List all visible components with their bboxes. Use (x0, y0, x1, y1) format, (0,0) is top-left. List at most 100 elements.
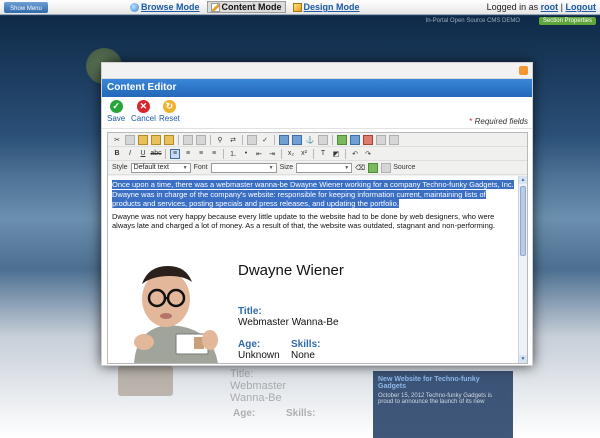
cut-icon[interactable]: ✂ (112, 135, 122, 145)
action-row: ✓ Save ✕ Cancel ↻ Reset * Required field… (102, 97, 532, 129)
skills-value: None (291, 350, 315, 361)
bulleted-list-icon[interactable]: • (241, 149, 251, 159)
size-select[interactable]: ▼ (296, 162, 353, 173)
redo-icon[interactable]: ↷ (363, 149, 373, 159)
bg-title-value: Webmaster Wanna-Be (230, 380, 287, 404)
indent-icon[interactable]: ⇥ (267, 149, 277, 159)
chevron-down-icon: ▼ (268, 164, 274, 171)
rss-icon[interactable] (519, 66, 528, 75)
globe-icon (130, 2, 139, 12)
mode-switcher: Browse Mode Content Mode Design Mode (127, 1, 363, 13)
iframe-icon[interactable] (376, 134, 386, 145)
paste-icon[interactable] (138, 134, 148, 145)
reset-label: Reset (159, 114, 180, 123)
eraser-icon[interactable]: ⌫ (355, 163, 365, 173)
subscript-icon[interactable]: x₂ (286, 149, 296, 159)
skills-label: Skills: (291, 339, 321, 350)
required-marker: * (469, 117, 473, 126)
source-label: Source (393, 164, 416, 171)
section-properties-button[interactable]: Section Properties (538, 17, 596, 25)
browse-mode-link[interactable]: Browse Mode (127, 1, 203, 13)
style-select[interactable]: Default text ▼ (130, 162, 191, 173)
align-right-icon[interactable]: ≡ (196, 149, 206, 159)
align-center-icon[interactable]: ≡ (183, 149, 193, 159)
logout-link[interactable]: Logout (566, 2, 597, 12)
print-icon[interactable] (247, 134, 257, 145)
source-button[interactable]: Source (381, 162, 416, 173)
scroll-thumb[interactable] (520, 186, 526, 256)
link-icon[interactable] (279, 134, 289, 145)
reset-button[interactable]: ↻ Reset (159, 100, 180, 123)
numbered-list-icon[interactable]: ⒈ (228, 149, 238, 159)
horizontal-rule-icon[interactable] (318, 134, 328, 145)
reset-icon: ↻ (162, 100, 176, 113)
dialog-top-strip (102, 63, 532, 79)
user-link[interactable]: root (541, 2, 559, 12)
superscript-icon[interactable]: x² (299, 149, 309, 159)
outdent-icon[interactable]: ⇤ (254, 149, 264, 159)
size-label: Size (279, 164, 294, 171)
spellcheck-icon[interactable]: ✓ (260, 135, 270, 145)
bold-icon[interactable]: B (112, 149, 122, 159)
show-menu-button[interactable]: Show Menu (4, 2, 48, 13)
editor-scrollbar[interactable]: ▲ ▼ (518, 176, 527, 363)
background-photo (118, 366, 173, 396)
paste-text-icon[interactable] (151, 134, 161, 145)
toolbar-separator (210, 134, 211, 145)
text-color-icon[interactable]: T (318, 149, 328, 159)
image-icon[interactable] (337, 134, 347, 145)
paste-word-icon[interactable] (164, 134, 174, 145)
content-editor-dialog: Content Editor ✓ Save ✕ Cancel ↻ Reset *… (101, 62, 533, 366)
font-label: Font (193, 164, 208, 171)
align-justify-icon[interactable]: ≡ (209, 149, 219, 159)
news-title-link[interactable]: New Website for Techno-funky Gadgets (378, 376, 508, 390)
strikethrough-icon[interactable]: abc (150, 149, 161, 159)
check-icon[interactable] (368, 162, 379, 173)
toolbar-separator (332, 134, 333, 145)
undo-icon[interactable]: ↶ (350, 149, 360, 159)
flash-icon[interactable] (350, 134, 360, 145)
save-label: Save (107, 114, 126, 123)
scroll-down-icon[interactable]: ▼ (519, 355, 527, 363)
selected-text: Once upon a time, there was a webmaster … (112, 180, 514, 208)
chevron-down-icon: ▼ (182, 164, 188, 171)
save-button[interactable]: ✓ Save (107, 100, 125, 123)
align-left-icon[interactable]: ≡ (170, 148, 180, 159)
content-mode-label: Content Mode (221, 2, 282, 12)
content-mode-link[interactable]: Content Mode (206, 1, 286, 13)
replace-icon[interactable]: ⇄ (228, 135, 238, 145)
find-icon[interactable]: ⚲ (215, 135, 225, 145)
content-paragraph-1: Once upon a time, there was a webmaster … (108, 176, 518, 209)
italic-icon[interactable]: I (125, 149, 135, 159)
anchor-icon[interactable]: ⚓ (305, 135, 315, 145)
brush-icon (292, 2, 302, 12)
toolbar-separator (165, 148, 166, 159)
dialog-title: Content Editor (102, 79, 532, 97)
scroll-up-icon[interactable]: ▲ (519, 176, 527, 184)
required-fields-note: * Required fields (469, 117, 528, 126)
news-text: October 15, 2012 Techno-funky Gadgets is… (378, 393, 492, 405)
table-icon[interactable] (389, 134, 399, 145)
chevron-down-icon: ▼ (344, 164, 350, 171)
browse-mode-label: Browse Mode (141, 2, 200, 12)
unlink-icon[interactable] (292, 134, 302, 145)
toolbar-separator (313, 148, 314, 159)
background-color-icon[interactable]: ◩ (331, 149, 341, 159)
underline-icon[interactable]: U (138, 149, 148, 159)
design-mode-link[interactable]: Design Mode (290, 1, 363, 13)
required-text: Required fields (474, 117, 528, 126)
special-char-icon[interactable] (363, 134, 373, 145)
bg-title-label: Title: (230, 368, 254, 380)
new-page-icon[interactable] (183, 134, 193, 145)
news-box: New Website for Techno-funky Gadgets Oct… (373, 371, 513, 438)
copy-icon[interactable] (125, 134, 135, 145)
editor-content-area[interactable]: Once upon a time, there was a webmaster … (108, 176, 518, 363)
templates-icon[interactable] (196, 134, 206, 145)
profile-name: Dwayne Wiener (238, 262, 344, 279)
cancel-label: Cancel (131, 114, 156, 123)
toolbar-separator (281, 148, 282, 159)
toolbar-separator (178, 134, 179, 145)
font-select[interactable]: ▼ (210, 162, 277, 173)
title-label: Title: (238, 306, 262, 317)
cancel-button[interactable]: ✕ Cancel (131, 100, 156, 123)
